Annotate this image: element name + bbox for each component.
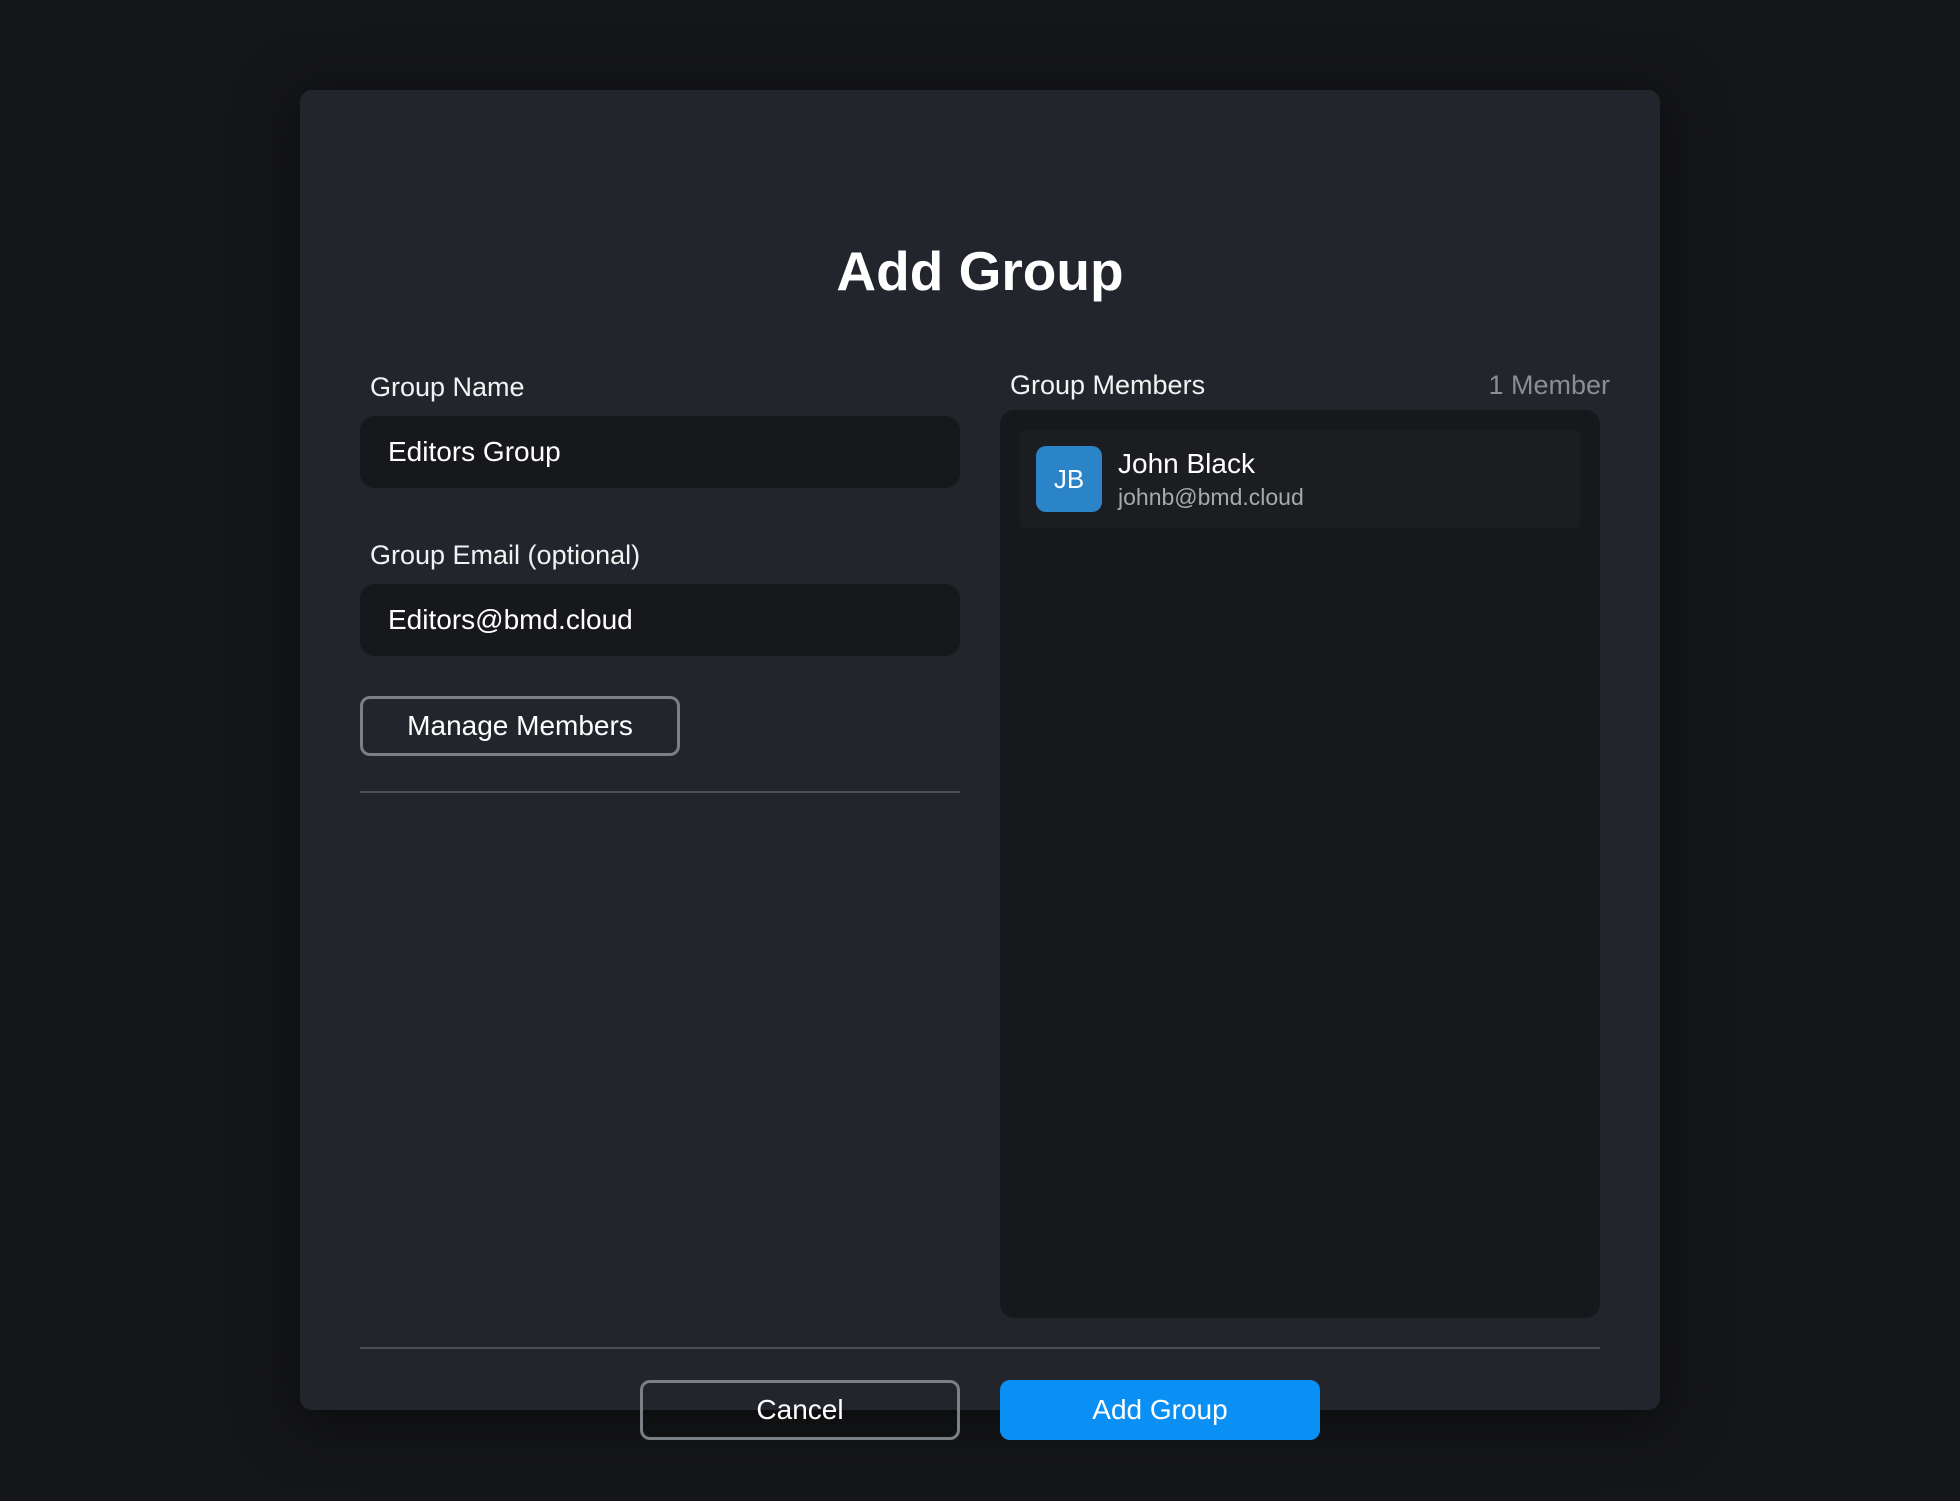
group-members-title: Group Members [1010, 370, 1206, 400]
member-count: 1 Member [1488, 370, 1610, 400]
add-group-button[interactable]: Add Group [1000, 1380, 1320, 1440]
section-divider [360, 791, 960, 793]
member-name: John Black [1118, 448, 1255, 479]
group-members-list: JB John Black johnb@bmd.cloud [1000, 410, 1600, 1318]
group-email-label: Group Email (optional) [370, 540, 641, 570]
group-name-input[interactable] [360, 416, 960, 488]
footer-divider [360, 1347, 1600, 1349]
group-name-label: Group Name [370, 372, 525, 402]
avatar: JB [1036, 446, 1102, 512]
group-details-form: Group Name Group Email (optional) Manage… [360, 370, 960, 756]
cancel-button[interactable]: Cancel [640, 1380, 960, 1440]
group-members-header: Group Members 1 Member [1010, 366, 1610, 404]
member-row[interactable]: JB John Black johnb@bmd.cloud [1020, 430, 1580, 528]
member-email: johnb@bmd.cloud [1118, 484, 1304, 510]
group-email-input[interactable] [360, 584, 960, 656]
add-group-dialog: Add Group Group Name Group Email (option… [300, 90, 1660, 1440]
manage-members-button[interactable]: Manage Members [360, 696, 680, 756]
dialog-title: Add Group [836, 240, 1124, 302]
